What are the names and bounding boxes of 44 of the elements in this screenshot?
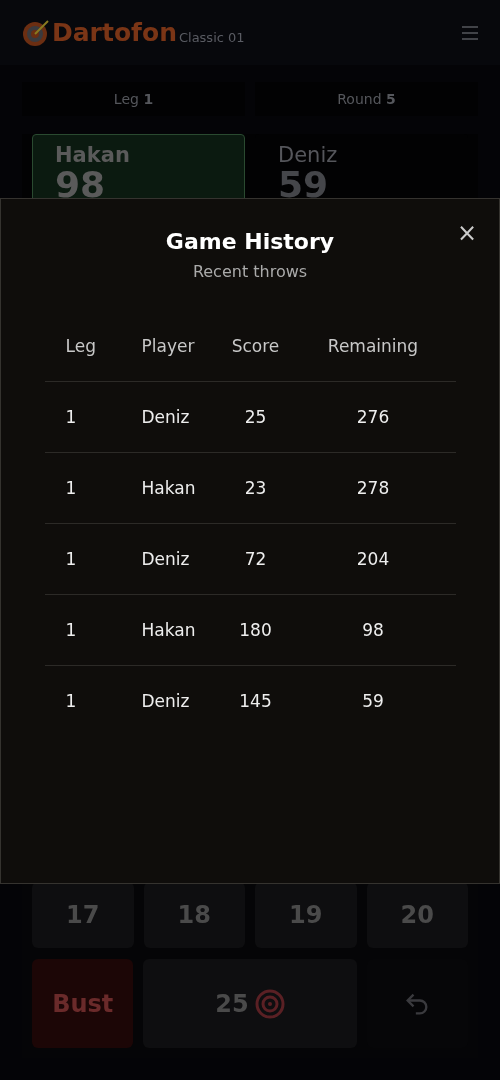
number-key[interactable]: 19 bbox=[255, 882, 357, 948]
bull-key[interactable]: 25 bbox=[143, 959, 357, 1048]
player-name: Deniz bbox=[278, 143, 339, 167]
player-score: 59 bbox=[278, 167, 330, 203]
table-cell: 59 bbox=[362, 691, 384, 711]
table-cell: 204 bbox=[356, 549, 390, 569]
bullseye-icon bbox=[254, 988, 285, 1019]
dialog-subtitle: Recent throws bbox=[192, 262, 308, 281]
table-cell-text: Deniz bbox=[140, 549, 190, 569]
table-cell-text: 1 bbox=[64, 549, 77, 569]
column-header: Leg bbox=[64, 336, 96, 356]
table-cell: 25 bbox=[244, 407, 267, 427]
dartboard-icon bbox=[22, 18, 50, 47]
table-cell: 278 bbox=[356, 478, 390, 498]
table-cell: 98 bbox=[362, 620, 384, 640]
table-cell-text: 1 bbox=[64, 691, 77, 711]
table-cell-text: Deniz bbox=[140, 407, 190, 427]
table-cell: 180 bbox=[239, 620, 272, 640]
dialog-title: Game History bbox=[165, 229, 335, 254]
table-cell-text: 1 bbox=[64, 620, 77, 640]
table-cell: 23 bbox=[244, 478, 267, 498]
number-key[interactable]: 18 bbox=[143, 882, 245, 948]
table-cell: 276 bbox=[356, 407, 390, 427]
number-key[interactable]: 17 bbox=[32, 882, 134, 948]
brand-name: Dartofon bbox=[52, 18, 177, 47]
player-name: Hakan bbox=[55, 143, 131, 167]
column-header: Remaining bbox=[327, 336, 419, 356]
table-cell: 72 bbox=[244, 549, 267, 569]
table-cell: 145 bbox=[239, 691, 272, 711]
table-cell-text: 1 bbox=[64, 478, 77, 498]
game-mode: Classic 01 bbox=[178, 30, 245, 45]
column-header: Score bbox=[231, 336, 280, 356]
table-cell-text: Deniz bbox=[140, 691, 190, 711]
bust-button[interactable]: Bust bbox=[32, 959, 134, 1048]
player-score: 98 bbox=[55, 167, 107, 203]
round-info: Leg 1 bbox=[22, 82, 245, 116]
table-cell-text: Hakan bbox=[140, 478, 196, 498]
close-button[interactable]: × bbox=[456, 219, 477, 247]
round-info: Round 5 bbox=[255, 82, 478, 116]
number-key[interactable]: 20 bbox=[366, 882, 468, 948]
menu-button[interactable] bbox=[462, 25, 478, 40]
table-cell-text: Hakan bbox=[140, 620, 196, 640]
column-header: Player bbox=[140, 336, 195, 356]
table-cell-text: 1 bbox=[64, 407, 77, 427]
